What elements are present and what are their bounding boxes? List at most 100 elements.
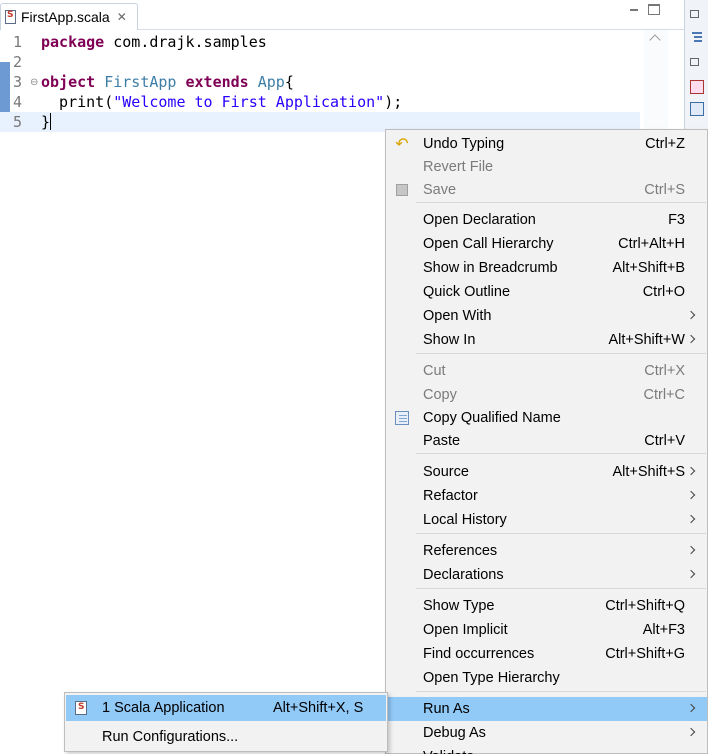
menu-item-open-with[interactable]: Open With bbox=[387, 304, 707, 328]
menu-item-label: Revert File bbox=[423, 159, 494, 175]
menu-item-shortcut: Alt+Shift+W bbox=[608, 332, 685, 348]
code-token: com.drajk.samples bbox=[104, 33, 267, 51]
menu-item-label: Open Implicit bbox=[423, 622, 508, 638]
menu-item-label: Run As bbox=[423, 701, 470, 717]
submenu-item-1-scala-application[interactable]: 1 Scala Application Alt+Shift+X, S bbox=[66, 695, 386, 721]
menu-item-undo-typing[interactable]: ↶ Undo Typing Ctrl+Z bbox=[387, 132, 707, 156]
chevron-right-icon bbox=[686, 310, 696, 320]
menu-item-show-in[interactable]: Show In Alt+Shift+W bbox=[387, 328, 707, 352]
menu-item-label: Undo Typing bbox=[423, 136, 505, 152]
code-line[interactable]: 2 bbox=[0, 52, 640, 72]
menu-item-validate[interactable]: Validate bbox=[387, 745, 707, 754]
editor-window-controls bbox=[628, 4, 660, 16]
editor-tab-bar: FirstApp.scala ✕ bbox=[0, 0, 684, 30]
vertical-scrollbar[interactable] bbox=[644, 30, 668, 130]
problems-view-icon[interactable] bbox=[690, 102, 704, 116]
menu-item-shortcut: Ctrl+Z bbox=[645, 136, 685, 152]
menu-item-run-as[interactable]: Run As bbox=[387, 697, 707, 721]
menu-item-label: Show In bbox=[423, 332, 476, 348]
scala-file-icon bbox=[75, 701, 87, 715]
menu-separator bbox=[416, 588, 706, 589]
menu-item-label: Save bbox=[423, 182, 457, 198]
code-text: } bbox=[41, 112, 52, 132]
menu-item-open-declaration[interactable]: Open Declaration F3 bbox=[387, 208, 707, 232]
menu-item-local-history[interactable]: Local History bbox=[387, 508, 707, 532]
menu-item-label: Show Type bbox=[423, 598, 495, 614]
restore-icon[interactable] bbox=[690, 58, 699, 66]
close-icon[interactable]: ✕ bbox=[117, 10, 127, 24]
tab-title: FirstApp.scala bbox=[21, 9, 110, 25]
code-text: object FirstApp extends App{ bbox=[41, 72, 294, 92]
code-token: print( bbox=[41, 93, 114, 111]
menu-item-debug-as[interactable]: Debug As bbox=[387, 721, 707, 745]
code-token: } bbox=[41, 113, 51, 131]
minimize-icon[interactable] bbox=[628, 4, 640, 16]
run-as-submenu: 1 Scala Application Alt+Shift+X, S Run Con… bbox=[64, 692, 388, 752]
submenu-item-run-configurations[interactable]: Run Configurations... bbox=[66, 724, 386, 750]
chevron-right-icon bbox=[686, 545, 696, 555]
text-caret bbox=[50, 113, 52, 130]
chevron-right-icon bbox=[686, 727, 696, 737]
restore-icon[interactable] bbox=[690, 10, 699, 18]
menu-item-open-type-hierarchy[interactable]: Open Type Hierarchy bbox=[387, 666, 707, 690]
menu-item-shortcut: Ctrl+V bbox=[644, 433, 685, 449]
scroll-up-icon[interactable] bbox=[649, 34, 661, 46]
menu-item-shortcut: Ctrl+S bbox=[644, 182, 685, 198]
code-line[interactable]: 3 ⊖ object FirstApp extends App{ bbox=[0, 72, 640, 92]
menu-item-copy[interactable]: Copy Ctrl+C bbox=[387, 383, 707, 407]
menu-item-copy-qualified-name[interactable]: Copy Qualified Name bbox=[387, 406, 707, 430]
menu-separator bbox=[416, 453, 706, 454]
menu-item-label: Open Declaration bbox=[423, 212, 536, 228]
menu-item-show-in-breadcrumb[interactable]: Show in Breadcrumb Alt+Shift+B bbox=[387, 256, 707, 280]
menu-item-refactor[interactable]: Refactor bbox=[387, 484, 707, 508]
menu-item-shortcut: Ctrl+O bbox=[642, 284, 685, 300]
menu-separator bbox=[416, 533, 706, 534]
save-icon bbox=[396, 184, 408, 196]
menu-item-source[interactable]: Source Alt+Shift+S bbox=[387, 460, 707, 484]
menu-item-open-implicit[interactable]: Open Implicit Alt+F3 bbox=[387, 618, 707, 642]
menu-item-revert-file[interactable]: Revert File bbox=[387, 155, 707, 179]
fold-collapse-icon[interactable]: ⊖ bbox=[30, 73, 38, 93]
menu-item-quick-outline[interactable]: Quick Outline Ctrl+O bbox=[387, 280, 707, 304]
side-toolbar bbox=[684, 0, 708, 140]
scala-file-icon bbox=[5, 10, 16, 24]
maximize-icon[interactable] bbox=[648, 4, 660, 15]
menu-item-shortcut: F3 bbox=[668, 212, 685, 228]
copy-qualified-icon bbox=[395, 411, 409, 425]
line-number: 1 bbox=[13, 33, 23, 51]
menu-separator bbox=[416, 353, 706, 354]
code-token: App bbox=[257, 73, 285, 91]
chevron-right-icon bbox=[686, 703, 696, 713]
menu-item-label: Cut bbox=[423, 363, 446, 379]
menu-item-show-type[interactable]: Show Type Ctrl+Shift+Q bbox=[387, 594, 707, 618]
tab-firstapp-scala[interactable]: FirstApp.scala ✕ bbox=[0, 3, 138, 30]
menu-item-save[interactable]: Save Ctrl+S bbox=[387, 178, 707, 202]
menu-item-shortcut: Ctrl+Shift+G bbox=[605, 646, 685, 662]
menu-item-paste[interactable]: Paste Ctrl+V bbox=[387, 429, 707, 453]
code-text: package com.drajk.samples bbox=[41, 32, 267, 52]
chevron-right-icon bbox=[686, 466, 696, 476]
menu-item-references[interactable]: References bbox=[387, 539, 707, 563]
menu-item-label: Copy bbox=[423, 387, 457, 403]
menu-item-label: Copy Qualified Name bbox=[423, 410, 561, 426]
code-token: "Welcome to First Application" bbox=[113, 93, 385, 111]
code-line[interactable]: 1 package com.drajk.samples bbox=[0, 32, 640, 52]
outline-view-icon[interactable] bbox=[690, 30, 704, 44]
menu-item-declarations[interactable]: Declarations bbox=[387, 563, 707, 587]
menu-item-label: Open Type Hierarchy bbox=[423, 670, 560, 686]
menu-item-cut[interactable]: Cut Ctrl+X bbox=[387, 359, 707, 383]
menu-separator bbox=[416, 202, 706, 203]
code-line[interactable]: 4 print("Welcome to First Application"); bbox=[0, 92, 640, 112]
menu-item-open-call-hierarchy[interactable]: Open Call Hierarchy Ctrl+Alt+H bbox=[387, 232, 707, 256]
menu-separator bbox=[416, 691, 706, 692]
editor-context-menu: ↶ Undo Typing Ctrl+Z Revert File Save Ctrl+S O… bbox=[385, 129, 708, 754]
menu-item-label: Open Call Hierarchy bbox=[423, 236, 554, 252]
menu-item-shortcut: Ctrl+Alt+H bbox=[618, 236, 685, 252]
task-list-icon[interactable] bbox=[690, 80, 704, 94]
menu-item-find-occurrences[interactable]: Find occurrences Ctrl+Shift+G bbox=[387, 642, 707, 666]
submenu-item-label: 1 Scala Application bbox=[102, 700, 225, 716]
menu-item-shortcut: Alt+Shift+B bbox=[612, 260, 685, 276]
code-token: FirstApp bbox=[104, 73, 177, 91]
